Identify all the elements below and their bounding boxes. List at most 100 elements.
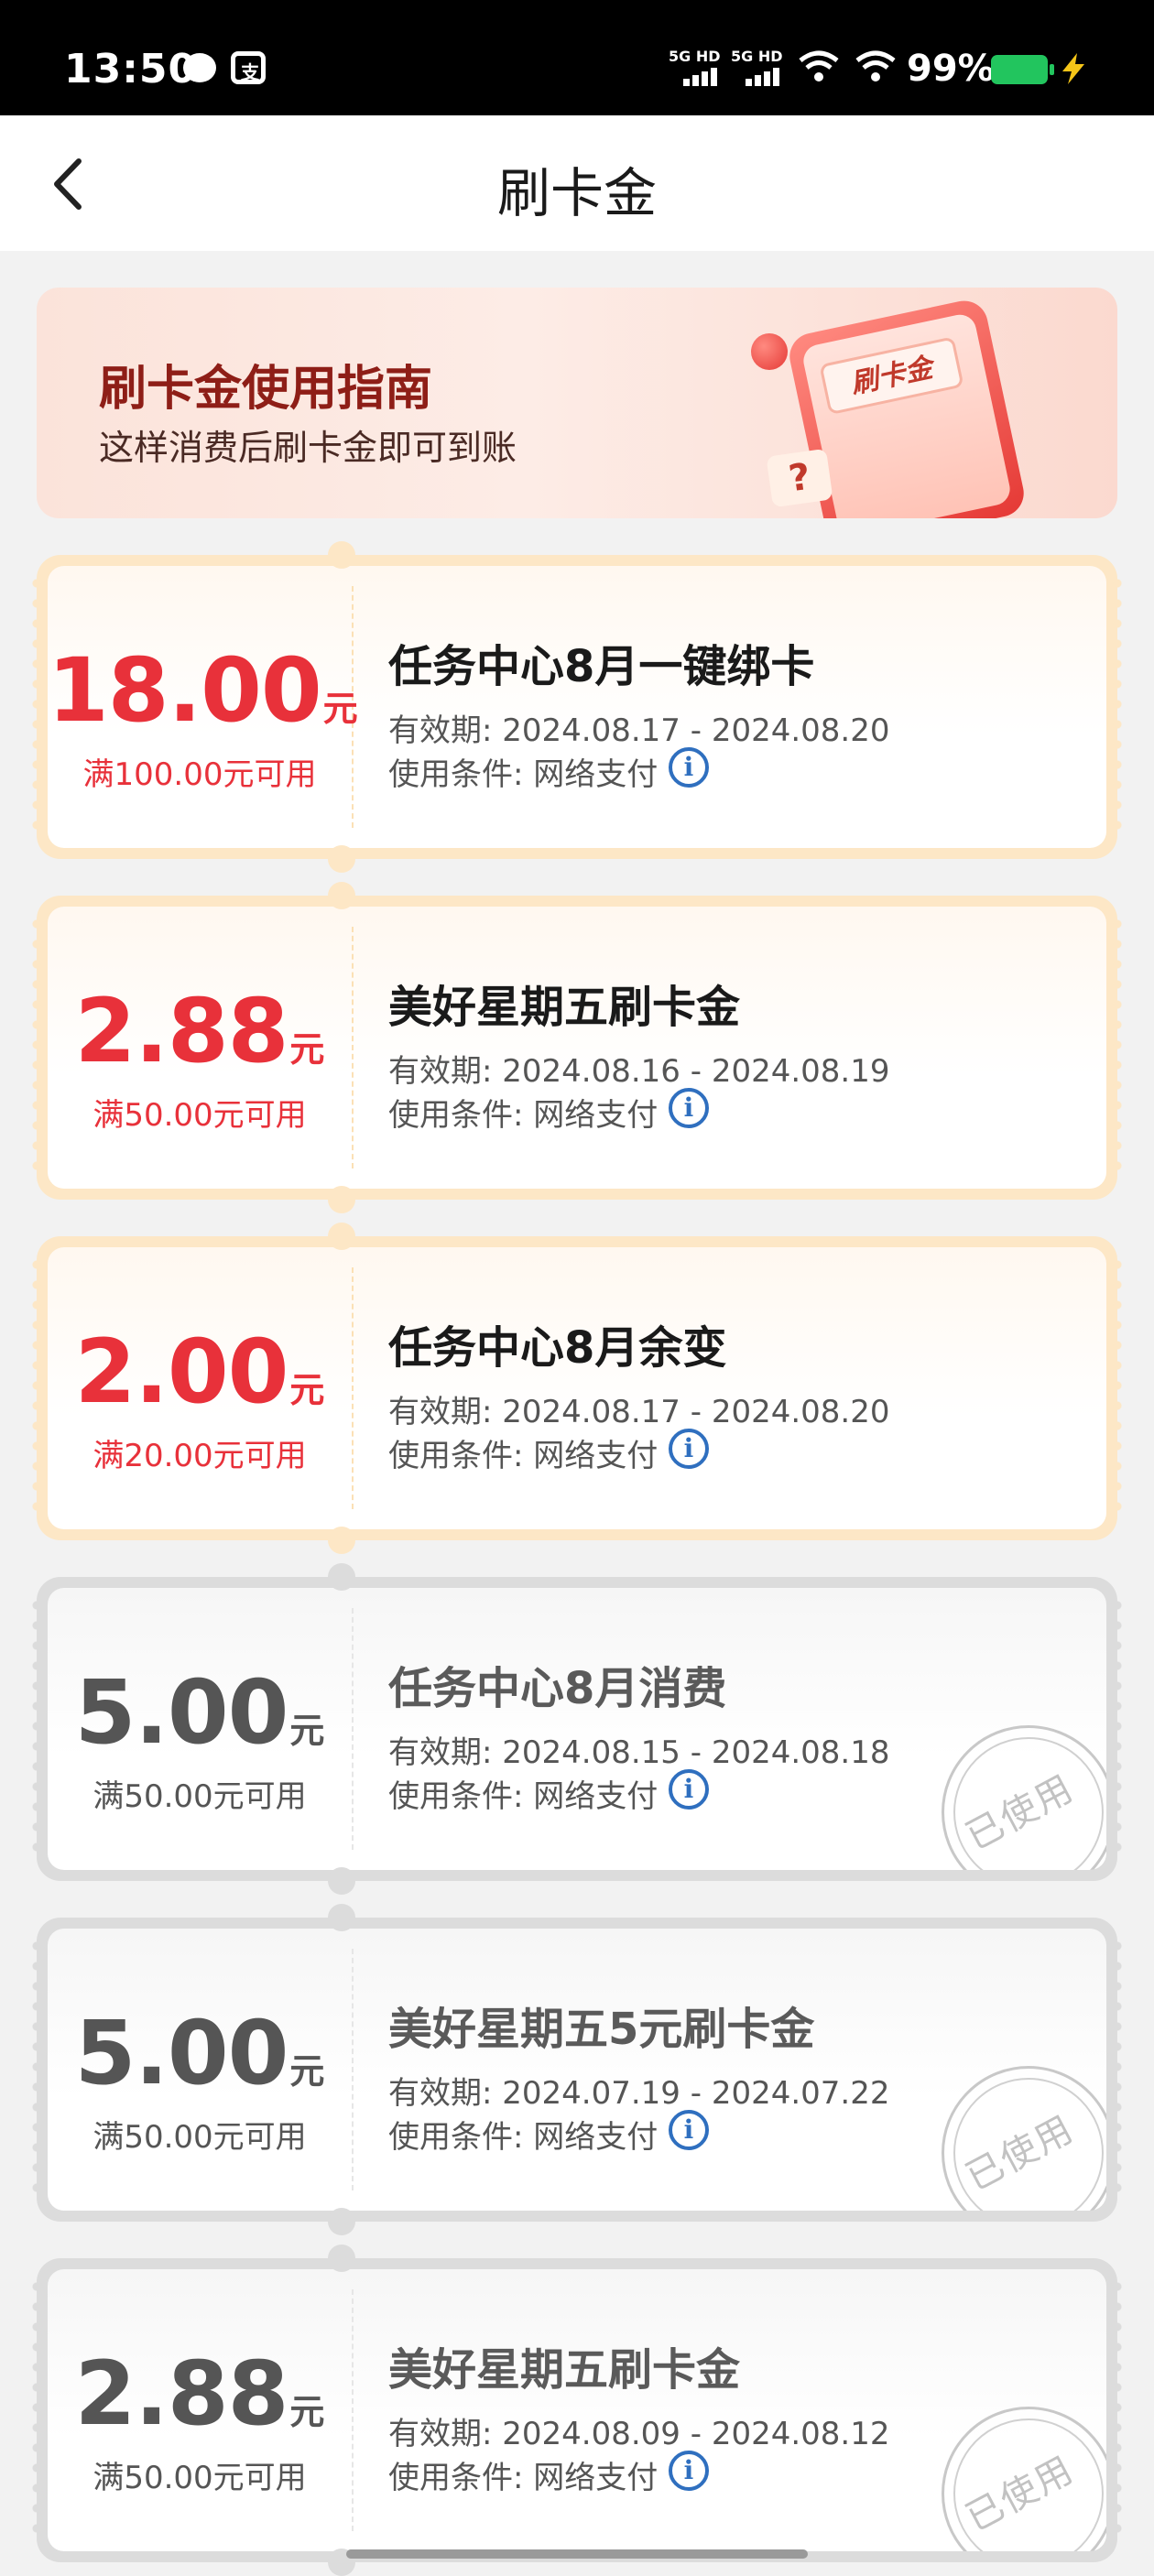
amount-unit: 元 bbox=[289, 1711, 325, 1751]
used-stamp: 已使用 bbox=[942, 2407, 1106, 2551]
amount-value: 2.88 bbox=[74, 980, 289, 1082]
info-icon[interactable]: i bbox=[669, 1769, 709, 1810]
coupon-condition: 使用条件: 网络支付 bbox=[388, 2460, 659, 2496]
guide-title: 刷卡金使用指南 bbox=[99, 362, 433, 417]
coupon-notch bbox=[328, 1527, 355, 1554]
coupon-notch bbox=[328, 2244, 355, 2272]
coupon-threshold: 满20.00元可用 bbox=[93, 1438, 307, 1474]
wifi-plus-icon bbox=[799, 49, 839, 84]
coupon-amount: 2.00元 bbox=[48, 1321, 352, 1423]
wifi-icon bbox=[855, 49, 896, 84]
nav-bar: 刷卡金 bbox=[0, 115, 1154, 251]
signal-icon-sim2: 5G HD bbox=[731, 48, 786, 90]
signal-label-sim1: 5G HD bbox=[669, 48, 721, 65]
used-stamp: 已使用 bbox=[942, 1725, 1106, 1870]
amount-unit: 元 bbox=[289, 2051, 325, 2092]
usage-guide-banner[interactable]: 刷卡金使用指南 这样消费后刷卡金即可到账 刷卡金 ? bbox=[37, 288, 1117, 518]
coupon-notch bbox=[328, 1904, 355, 1931]
info-icon[interactable]: i bbox=[669, 2451, 709, 2491]
scallop-edge bbox=[32, 1595, 41, 1863]
scallop-edge bbox=[1113, 914, 1122, 1181]
amount-value: 5.00 bbox=[74, 1661, 289, 1764]
coupon-amount: 18.00元 bbox=[48, 639, 358, 742]
signal-label-sim2: 5G HD bbox=[731, 48, 783, 65]
coupon-name: 美好星期五5元刷卡金 bbox=[388, 2004, 815, 2055]
coupon-divider bbox=[352, 927, 354, 1168]
home-indicator bbox=[346, 2549, 808, 2559]
scallop-edge bbox=[1113, 1936, 1122, 2203]
status-time: 13:50 bbox=[64, 46, 198, 92]
coupon-validity: 有效期: 2024.08.09 - 2024.08.12 bbox=[388, 2416, 890, 2452]
amount-unit: 元 bbox=[289, 1370, 325, 1410]
info-icon[interactable]: i bbox=[669, 1429, 709, 1469]
amount-unit: 元 bbox=[289, 2392, 325, 2432]
coupon-condition: 使用条件: 网络支付 bbox=[388, 1778, 659, 1815]
coupon-threshold: 满50.00元可用 bbox=[93, 2119, 307, 2156]
payment-app-icon: 支 bbox=[231, 51, 266, 84]
used-stamp: 已使用 bbox=[942, 2066, 1106, 2211]
coupon-validity: 有效期: 2024.08.17 - 2024.08.20 bbox=[388, 1394, 890, 1430]
info-icon[interactable]: i bbox=[669, 747, 709, 788]
scallop-edge bbox=[1113, 573, 1122, 841]
used-stamp-label: 已使用 bbox=[959, 1766, 1082, 1859]
scallop-edge bbox=[32, 1255, 41, 1522]
coupon-threshold: 满50.00元可用 bbox=[93, 1778, 307, 1815]
coupon-card[interactable]: 18.00元满100.00元可用 任务中心8月一键绑卡有效期: 2024.08.1… bbox=[32, 541, 1122, 873]
coupon-amount: 2.88元 bbox=[48, 980, 352, 1082]
coupon-card[interactable]: 5.00元满50.00元可用 任务中心8月消费有效期: 2024.08.15 - … bbox=[32, 1563, 1122, 1895]
coupon-card[interactable]: 2.88元满50.00元可用 美好星期五刷卡金有效期: 2024.08.09 - … bbox=[32, 2244, 1122, 2576]
coupon-notch bbox=[328, 1223, 355, 1250]
coupon-notch bbox=[328, 845, 355, 873]
coupon-validity: 有效期: 2024.07.19 - 2024.07.22 bbox=[388, 2075, 890, 2112]
battery-percent: 99% bbox=[907, 48, 995, 90]
coupon-divider bbox=[352, 2289, 354, 2531]
coupon-name: 美好星期五刷卡金 bbox=[388, 982, 741, 1033]
coupon-validity: 有效期: 2024.08.15 - 2024.08.18 bbox=[388, 1734, 890, 1771]
coupon-notch bbox=[328, 1867, 355, 1895]
info-icon[interactable]: i bbox=[669, 2110, 709, 2150]
coupon-card[interactable]: 2.00元 满20.00元可用 任务中心8月余变 有效期: 2024.08.17 - … bbox=[32, 1223, 1122, 1554]
coupon-notch bbox=[328, 1186, 355, 1213]
coupon-validity: 有效期: 2024.08.17 - 2024.08.20 bbox=[388, 712, 890, 749]
coupon-amount: 5.00元 bbox=[48, 2002, 352, 2104]
coupon-condition: 使用条件: 网络支付 bbox=[388, 756, 659, 793]
coupon-name: 美好星期五刷卡金 bbox=[388, 2344, 741, 2396]
scallop-edge bbox=[1113, 1255, 1122, 1522]
scallop-edge bbox=[32, 914, 41, 1181]
coupon-name: 任务中心8月消费 bbox=[388, 1663, 727, 1714]
battery-icon bbox=[991, 55, 1054, 84]
scallop-edge bbox=[1113, 2277, 1122, 2544]
coupon-notch bbox=[328, 541, 355, 569]
coupon-notch bbox=[328, 1563, 355, 1591]
coupon-notch bbox=[328, 882, 355, 909]
amount-value: 2.00 bbox=[74, 1321, 289, 1423]
guide-subtitle: 这样消费后刷卡金即可到账 bbox=[99, 428, 517, 468]
coupon-divider bbox=[352, 1608, 354, 1850]
coupon-divider bbox=[352, 1949, 354, 2190]
scallop-edge bbox=[32, 1936, 41, 2203]
amount-unit: 元 bbox=[289, 1029, 325, 1070]
coupon-card[interactable]: 2.88元 满50.00元可用 美好星期五刷卡金 有效期: 2024.08.16 - … bbox=[32, 882, 1122, 1213]
used-stamp-label: 已使用 bbox=[959, 2107, 1082, 2200]
coupon-condition: 使用条件: 网络支付 bbox=[388, 1438, 659, 1474]
message-icon bbox=[183, 53, 216, 82]
info-icon[interactable]: i bbox=[669, 1088, 709, 1128]
coupon-threshold: 满100.00元可用 bbox=[82, 756, 317, 793]
coupon-divider bbox=[352, 1267, 354, 1509]
amount-value: 2.88 bbox=[74, 2342, 289, 2445]
coupon-validity: 有效期: 2024.08.16 - 2024.08.19 bbox=[388, 1053, 890, 1090]
coupon-condition: 使用条件: 网络支付 bbox=[388, 2119, 659, 2156]
coupon-amount: 2.88元 bbox=[48, 2342, 352, 2445]
decorative-ball bbox=[751, 333, 788, 370]
scallop-edge bbox=[32, 2277, 41, 2544]
status-bar: 13:50 支 5G HD 5G HD 99% bbox=[0, 0, 1154, 115]
coupon-threshold: 满50.00元可用 bbox=[93, 2460, 307, 2496]
used-stamp-label: 已使用 bbox=[959, 2448, 1082, 2540]
coupon-notch bbox=[328, 2208, 355, 2235]
charging-icon bbox=[1055, 51, 1092, 86]
coupon-amount: 5.00元 bbox=[48, 1661, 352, 1764]
scallop-edge bbox=[1113, 1595, 1122, 1863]
amount-value: 5.00 bbox=[74, 2002, 289, 2104]
coupon-name: 任务中心8月一键绑卡 bbox=[388, 641, 815, 692]
coupon-card[interactable]: 5.00元满50.00元可用 美好星期五5元刷卡金有效期: 2024.07.19 … bbox=[32, 1904, 1122, 2235]
